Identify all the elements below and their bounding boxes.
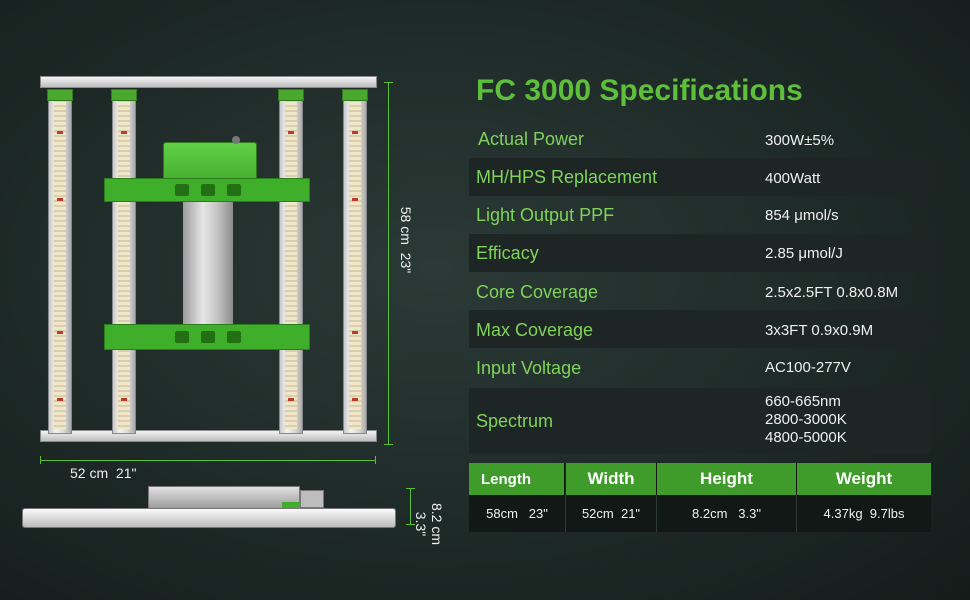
- spec-label: MH/HPS Replacement: [476, 167, 658, 187]
- spec-row: MH/HPS Replacement 400Watt: [469, 158, 931, 196]
- spec-label: Efficacy: [476, 243, 539, 263]
- width-dimension-tick-left: [40, 456, 41, 464]
- spec-value: AC100-277V: [765, 359, 851, 376]
- spec-label: Light Output PPF: [476, 205, 615, 225]
- table-header-weight: Weight: [797, 463, 931, 495]
- product-side-view: [20, 484, 400, 534]
- spec-label: Spectrum: [476, 411, 554, 431]
- height-cm-label: 58 cm: [398, 206, 414, 245]
- width-dimension-tick-right: [375, 456, 376, 464]
- spec-label: Actual Power: [478, 129, 585, 149]
- led-strip: [111, 89, 137, 434]
- spec-value: 2.5x2.5FT 0.8x0.8M: [765, 284, 899, 301]
- spec-row: Input Voltage AC100-277V: [469, 348, 931, 386]
- width-in-label: 21": [115, 465, 137, 481]
- spec-row: Efficacy 2.85 μmol/J: [469, 234, 931, 272]
- spec-value: 400Watt: [765, 170, 821, 187]
- table-cell-width: 52cm 21": [566, 495, 657, 532]
- led-strip: [342, 89, 368, 434]
- spec-label: Input Voltage: [476, 358, 582, 378]
- side-connector: [300, 490, 324, 508]
- table-cell-weight: 4.37kg 9.7lbs: [797, 495, 931, 532]
- spec-row: Max Coverage 3x3FT 0.9x0.9M: [469, 310, 931, 348]
- width-dimension-label: 52 cm 21": [70, 465, 136, 481]
- height-in-label: 23": [398, 252, 414, 274]
- bottom-rail: [40, 430, 377, 442]
- width-cm-label: 52 cm: [70, 465, 109, 481]
- spec-row: Light Output PPF 854 μmol/s: [469, 196, 931, 234]
- spec-label: Core Coverage: [476, 282, 599, 302]
- led-strip: [278, 89, 304, 434]
- driver-connector: [232, 136, 240, 144]
- height-dimension-line: [388, 82, 389, 444]
- depth-dimension-label: 8.2 cm 3.3": [409, 484, 445, 564]
- product-front-view: [38, 76, 378, 448]
- depth-in-label: 3.3": [413, 511, 429, 537]
- spec-value: 854 μmol/s: [765, 207, 839, 224]
- table-header-width: Width: [566, 463, 657, 495]
- spec-value: 2.85 μmol/J: [765, 245, 843, 262]
- width-dimension-line: [40, 460, 375, 461]
- spec-row: Actual Power 300W±5%: [469, 120, 931, 158]
- table-cell-height: 8.2cm 3.3": [657, 495, 797, 532]
- spec-value: 3x3FT 0.9x0.9M: [765, 322, 874, 339]
- top-rail: [40, 76, 377, 88]
- table-header-length: Length: [469, 463, 565, 495]
- led-strip: [47, 89, 73, 434]
- height-dimension-tick-bottom: [384, 444, 393, 445]
- spec-label: Max Coverage: [476, 320, 594, 340]
- depth-cm-label: 8.2 cm: [429, 502, 445, 545]
- spec-row: Core Coverage 2.5x2.5FT 0.8x0.8M: [469, 272, 931, 310]
- spectrum-line: 4800-5000K: [765, 429, 847, 446]
- spectrum-line: 2800-3000K: [765, 411, 847, 428]
- upper-bracket: [104, 178, 310, 202]
- height-dimension-label: 58 cm 23": [394, 190, 414, 290]
- spectrum-line: 660-665nm: [765, 393, 841, 410]
- side-driver: [148, 486, 300, 510]
- table-cell-length: 58cm 23": [469, 495, 566, 532]
- spec-row: Spectrum 660-665nm 2800-3000K 4800-5000K: [469, 388, 931, 454]
- lower-bracket: [104, 324, 310, 350]
- height-dimension-tick-top: [384, 82, 393, 83]
- spec-value: 300W±5%: [765, 132, 835, 149]
- table-header-height: Height: [657, 463, 797, 495]
- side-bar: [22, 508, 396, 528]
- page-title: FC 3000 Specifications: [476, 74, 803, 107]
